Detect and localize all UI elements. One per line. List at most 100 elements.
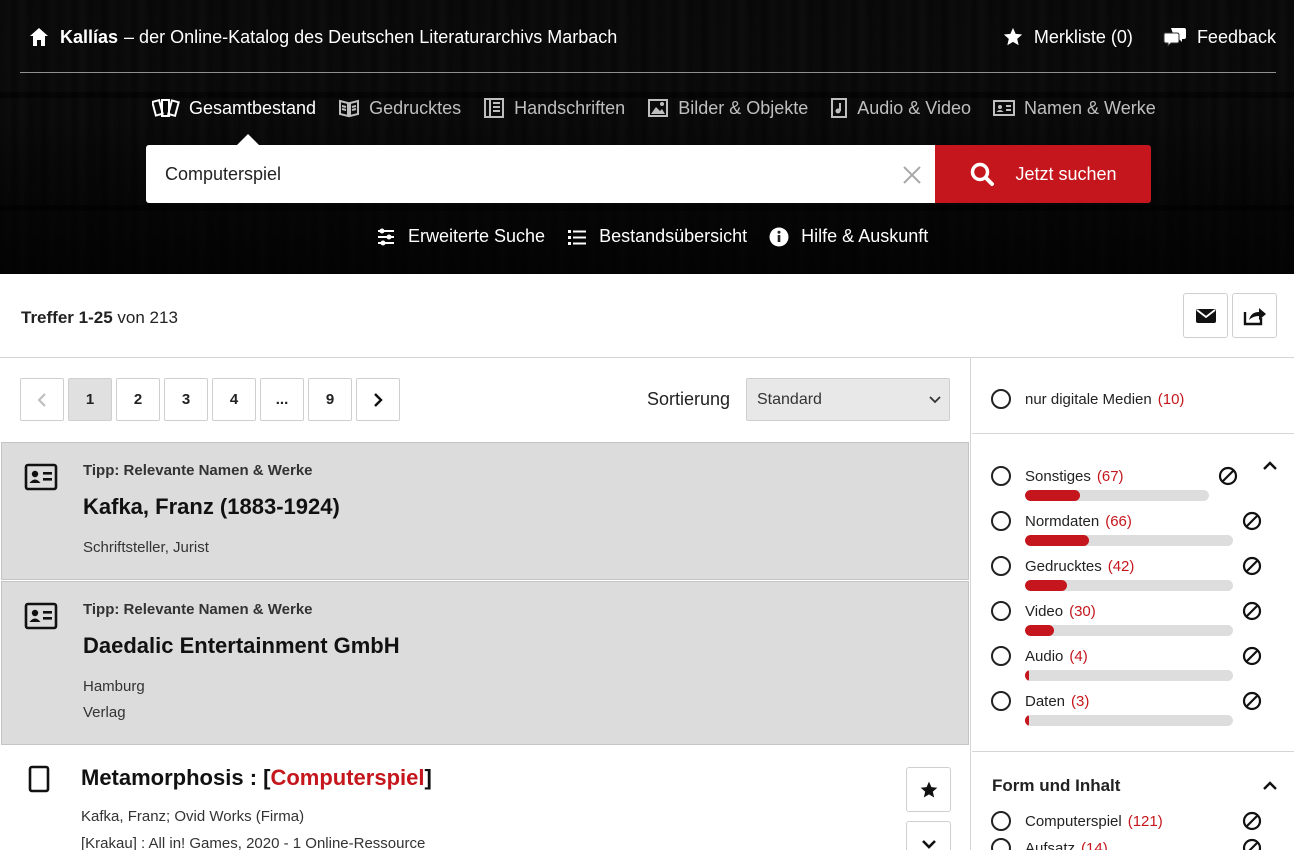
exclude-icon[interactable] — [1242, 646, 1262, 666]
advanced-search-label: Erweiterte Suche — [408, 226, 546, 246]
share-icon — [1243, 307, 1266, 325]
facet-count: (66) — [1105, 512, 1132, 530]
feedback-link[interactable]: Feedback — [1163, 26, 1276, 48]
radio-button[interactable] — [991, 556, 1011, 576]
radio-button[interactable] — [991, 511, 1011, 531]
tip-meta: Schriftsteller, Jurist — [83, 539, 209, 556]
header-hero: Kallías – der Online-Katalog des Deutsch… — [0, 0, 1294, 274]
search-button[interactable]: Jetzt suchen — [935, 145, 1151, 203]
open-book-icon — [339, 99, 360, 118]
divider — [972, 433, 1294, 434]
search-sublinks: Erweiterte Suche Bestandsübersicht Hilfe… — [376, 226, 928, 247]
exclude-icon[interactable] — [1242, 691, 1262, 711]
facet-media-option[interactable]: Daten (3) — [991, 691, 1089, 711]
clear-icon[interactable] — [901, 164, 923, 186]
results-total: von 213 — [117, 308, 178, 327]
record-title-text: Metamorphosis : [ — [81, 765, 271, 790]
tip-title[interactable]: Daedalic Entertainment GmbH — [83, 633, 400, 659]
facet-label: Audio — [1025, 647, 1064, 665]
exclude-icon[interactable] — [1242, 511, 1262, 531]
facet-count-bar — [1025, 670, 1233, 681]
next-page-button[interactable] — [356, 378, 400, 421]
record-title-highlight: Computerspiel — [270, 765, 425, 790]
tab-handschriften[interactable]: Handschriften — [483, 94, 625, 122]
exclude-icon[interactable] — [1242, 601, 1262, 621]
radio-button[interactable] — [991, 646, 1011, 666]
exclude-icon[interactable] — [1242, 556, 1262, 576]
search-input[interactable] — [165, 163, 865, 185]
facet-label: Daten — [1025, 692, 1066, 710]
facet-media-option[interactable]: Gedrucktes (42) — [991, 556, 1134, 576]
exclude-icon[interactable] — [1242, 838, 1262, 850]
page-button[interactable]: 3 — [164, 378, 208, 421]
facet-count: (3) — [1071, 692, 1090, 710]
facet-label: Sonstiges — [1025, 467, 1091, 485]
results-bar: Treffer 1-25 von 213 — [0, 274, 1294, 358]
home-icon[interactable] — [28, 26, 50, 48]
sliders-icon — [378, 228, 394, 245]
advanced-search-link[interactable]: Erweiterte Suche — [376, 226, 545, 247]
result-record[interactable]: Metamorphosis : [Computerspiel] Kafka, F… — [0, 747, 970, 850]
radio-button[interactable] — [991, 466, 1011, 486]
tab-bilder-objekte[interactable]: Bilder & Objekte — [647, 94, 808, 122]
brand-name[interactable]: Kallías — [60, 27, 118, 48]
star-icon — [920, 781, 937, 797]
exclude-icon[interactable] — [1242, 811, 1262, 831]
record-title-text: ] — [424, 765, 432, 790]
tab-gedrucktes[interactable]: Gedrucktes — [338, 94, 461, 122]
tip-card[interactable]: Tipp: Relevante Namen & Werke Daedalic E… — [1, 581, 969, 745]
record-title[interactable]: Metamorphosis : [Computerspiel] — [81, 765, 432, 791]
radio-button[interactable] — [991, 811, 1011, 831]
facet-count-bar — [1025, 580, 1233, 591]
facet-media-option[interactable]: Sonstiges (67) — [991, 466, 1124, 486]
tab-gesamtbestand[interactable]: Gesamtbestand — [152, 94, 316, 122]
tip-title[interactable]: Kafka, Franz (1883-1924) — [83, 494, 340, 520]
radio-button[interactable] — [991, 691, 1011, 711]
chevron-left-icon — [37, 392, 46, 407]
prev-page-button[interactable] — [20, 378, 64, 421]
page-button[interactable]: 4 — [212, 378, 256, 421]
search-bar: Jetzt suchen — [146, 145, 1151, 203]
page-button[interactable]: 2 — [116, 378, 160, 421]
facet-count: (67) — [1096, 467, 1124, 485]
page-ellipsis[interactable]: ... — [260, 378, 304, 421]
star-icon — [1003, 27, 1023, 46]
page-button[interactable]: 9 — [308, 378, 352, 421]
facet-digital[interactable]: nur digitale Medien (10) — [991, 389, 1184, 409]
radio-button[interactable] — [991, 389, 1011, 409]
info-icon — [769, 227, 789, 246]
email-button[interactable] — [1183, 293, 1228, 338]
share-button[interactable] — [1232, 293, 1277, 338]
exclude-icon[interactable] — [1218, 466, 1238, 486]
facet-computerspiel[interactable]: Computerspiel (121) — [991, 811, 1163, 831]
chat-bubbles-icon — [1163, 28, 1186, 48]
chevron-up-icon[interactable] — [1262, 461, 1278, 471]
radio-button[interactable] — [991, 838, 1011, 850]
facet-media-option[interactable]: Video (30) — [991, 601, 1096, 621]
tab-namen-werke[interactable]: Namen & Werke — [993, 94, 1156, 122]
help-link[interactable]: Hilfe & Auskunft — [769, 226, 928, 247]
help-label: Hilfe & Auskunft — [801, 226, 929, 246]
facet-aufsatz[interactable]: Aufsatz (14) — [991, 838, 1108, 850]
facet-media-option[interactable]: Normdaten (66) — [991, 511, 1132, 531]
bookmark-button[interactable] — [906, 767, 951, 812]
expand-record-button[interactable] — [906, 821, 951, 850]
facet-heading: Form und Inhalt — [992, 776, 1121, 795]
facet-count-bar-fill — [1025, 535, 1089, 546]
tab-label: Gesamtbestand — [189, 97, 317, 118]
search-icon — [971, 162, 995, 186]
tab-audio-video[interactable]: Audio & Video — [830, 94, 971, 122]
merkliste-link[interactable]: Merkliste (0) — [1002, 26, 1133, 48]
sort-select[interactable]: Standard — [746, 378, 950, 421]
tip-meta: Hamburg — [83, 678, 145, 695]
tab-label: Handschriften — [514, 97, 626, 118]
shelf-decoration — [0, 205, 1294, 211]
facet-media-option[interactable]: Audio (4) — [991, 646, 1088, 666]
page-button[interactable]: 1 — [68, 378, 112, 421]
radio-button[interactable] — [991, 601, 1011, 621]
chevron-up-icon[interactable] — [1262, 781, 1278, 791]
overview-link[interactable]: Bestandsübersicht — [567, 226, 747, 247]
tip-card[interactable]: Tipp: Relevante Namen & Werke Kafka, Fra… — [1, 442, 969, 580]
image-icon — [648, 99, 669, 117]
tab-label: Gedrucktes — [369, 97, 462, 118]
